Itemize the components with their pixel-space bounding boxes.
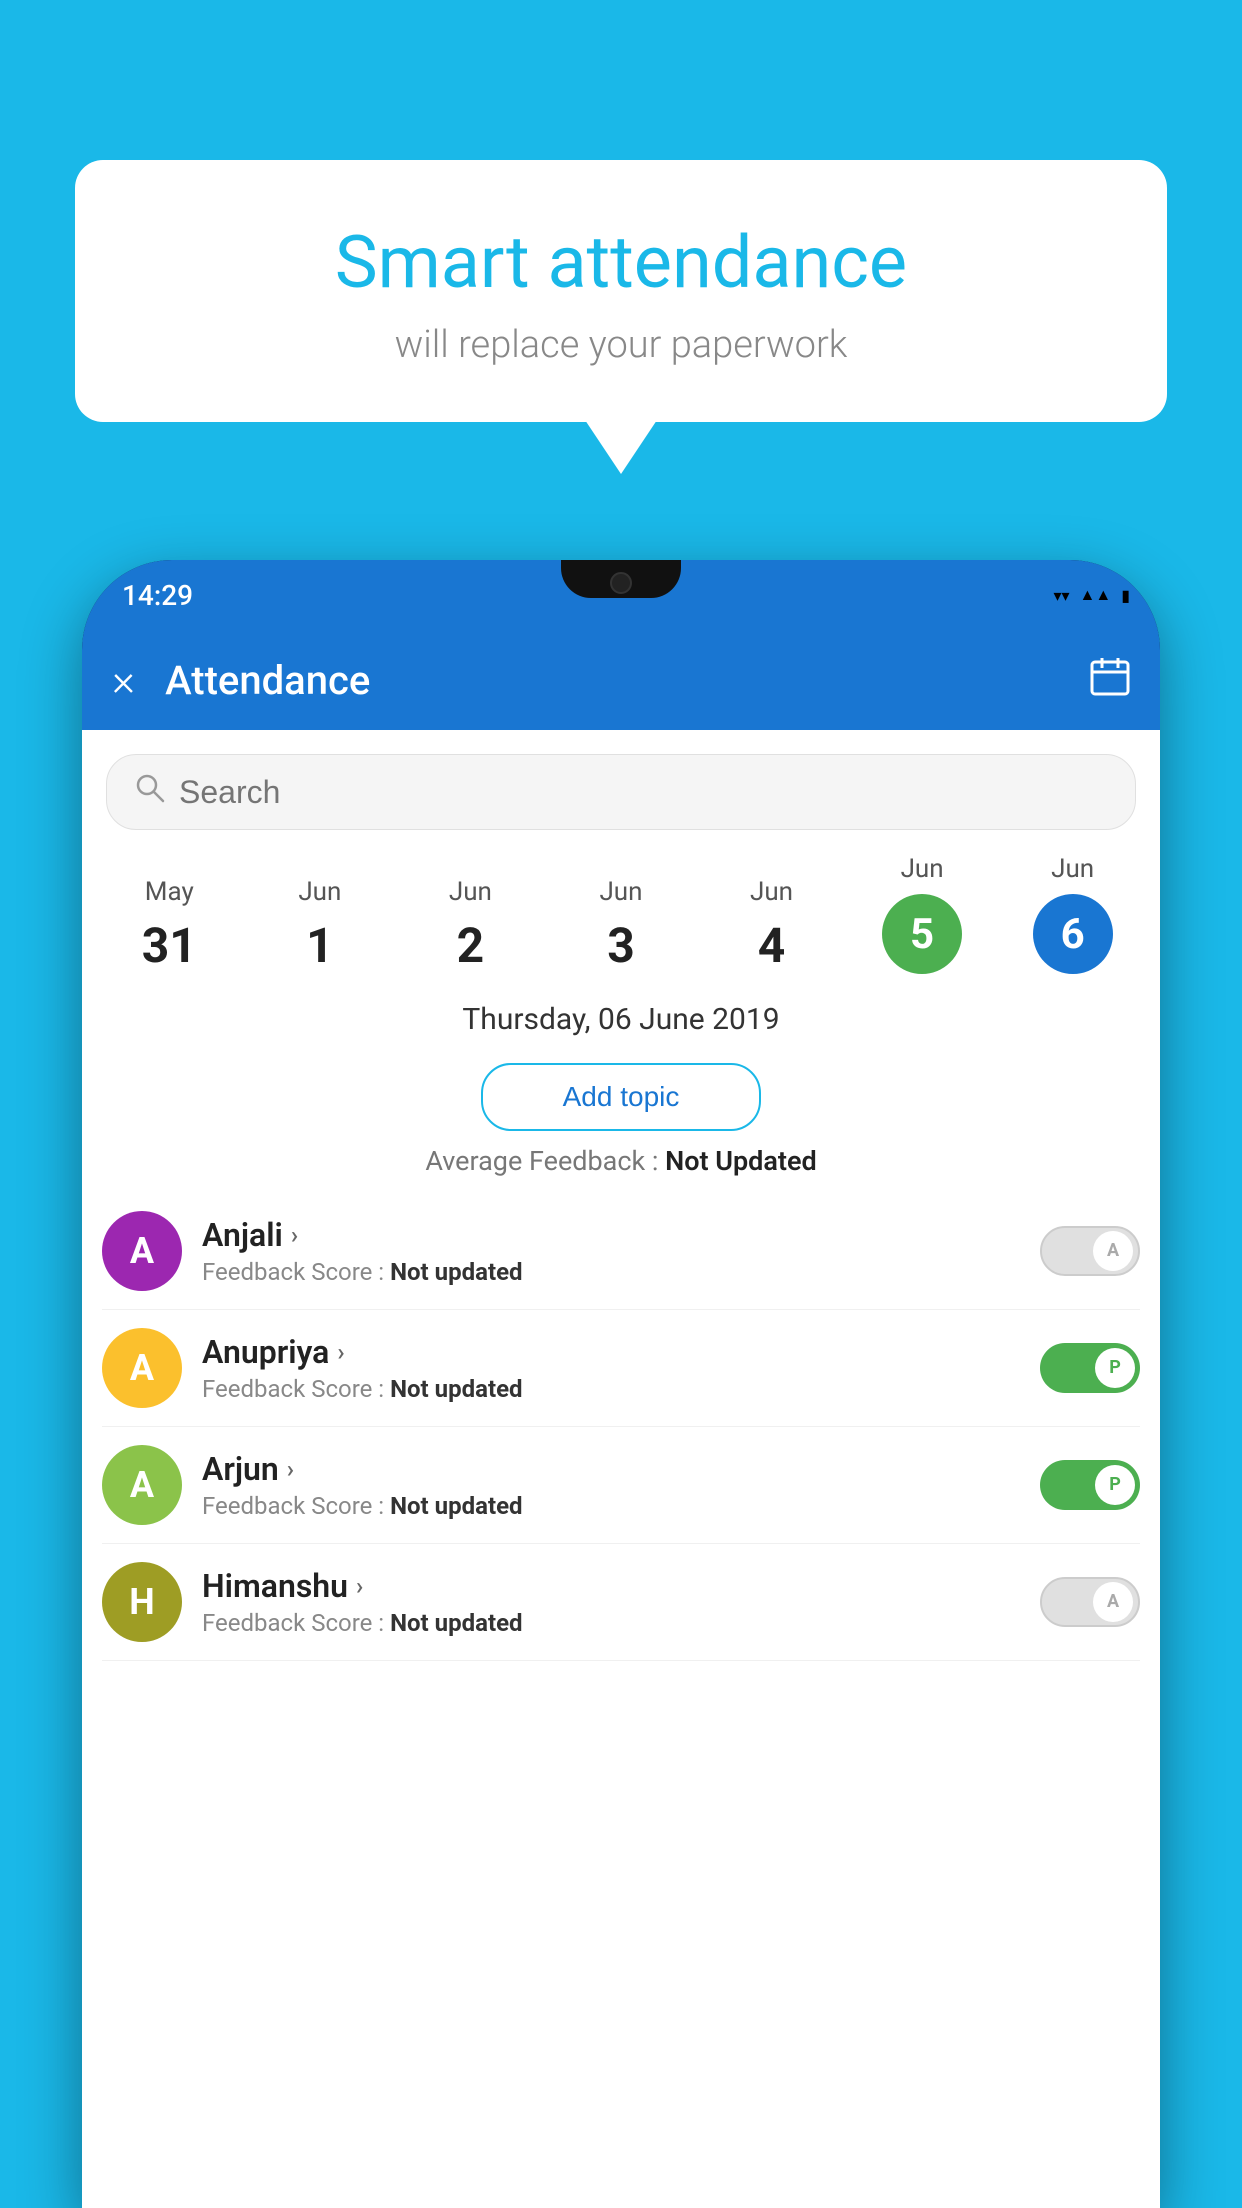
date-number[interactable]: 31 [142,917,197,974]
date-month-label: Jun [901,854,944,884]
student-name[interactable]: Himanshu › [202,1567,1040,1605]
date-number[interactable]: 1 [306,917,334,974]
header-title: Attendance [165,657,1090,704]
student-info: Himanshu › Feedback Score : Not updated [202,1567,1040,1637]
attendance-toggle[interactable] [1040,1226,1140,1276]
date-column[interactable]: Jun 2 [420,877,520,974]
speech-bubble: Smart attendance will replace your paper… [75,160,1167,422]
phone-camera [610,572,632,594]
feedback-value: Not updated [390,1609,522,1637]
calendar-icon[interactable] [1090,656,1130,705]
student-avatar: H [102,1562,182,1642]
bubble-subtitle: will replace your paperwork [125,323,1117,367]
chevron-icon: › [356,1572,363,1600]
date-info: Thursday, 06 June 2019 [82,974,1160,1049]
student-info: Anupriya › Feedback Score : Not updated [202,1333,1040,1403]
signal-icon: ▲▲ [1080,585,1112,605]
close-button[interactable]: × [112,658,135,702]
student-info: Arjun › Feedback Score : Not updated [202,1450,1040,1520]
status-icons: ▾▾ ▲▲ ▮ [1053,585,1130,605]
student-feedback: Feedback Score : Not updated [202,1492,1040,1520]
search-icon [135,773,165,811]
chevron-icon: › [291,1221,298,1249]
chevron-icon: › [337,1338,344,1366]
student-list-item[interactable]: A Anupriya › Feedback Score : Not updated [102,1310,1140,1427]
app-header: × Attendance [82,630,1160,730]
date-month-label: Jun [449,877,492,907]
search-bar[interactable] [106,754,1136,830]
app-content: May 31 Jun 1 Jun 2 Jun 3 Jun 4 Jun 5 Jun 6 Thursday, … [82,730,1160,2208]
student-feedback: Feedback Score : Not updated [202,1375,1040,1403]
date-month-label: Jun [750,877,793,907]
date-month-label: May [145,877,194,907]
student-name[interactable]: Anjali › [202,1216,1040,1254]
wifi-icon: ▾▾ [1053,586,1069,605]
date-month-label: Jun [599,877,642,907]
date-month-label: Jun [298,877,341,907]
chevron-icon: › [287,1455,294,1483]
avg-feedback-value: Not Updated [665,1145,817,1177]
selected-date: Thursday, 06 June 2019 [82,1002,1160,1037]
student-list-item[interactable]: H Himanshu › Feedback Score : Not updated [102,1544,1140,1661]
search-input[interactable] [179,774,1107,811]
student-avatar: A [102,1328,182,1408]
feedback-value: Not updated [390,1492,522,1520]
student-feedback: Feedback Score : Not updated [202,1258,1040,1286]
status-time: 14:29 [112,579,193,612]
attendance-toggle[interactable] [1040,1343,1140,1393]
student-feedback: Feedback Score : Not updated [202,1609,1040,1637]
battery-icon: ▮ [1121,586,1130,605]
feedback-value: Not updated [390,1375,522,1403]
avg-feedback-label: Average Feedback : [425,1145,658,1177]
date-number[interactable]: 3 [607,917,635,974]
date-selected-green[interactable]: 5 [882,894,962,974]
toggle-absent[interactable] [1040,1577,1140,1627]
attendance-toggle[interactable] [1040,1577,1140,1627]
student-avatar: A [102,1445,182,1525]
date-column[interactable]: Jun 5 [872,854,972,974]
phone-frame: 14:29 ▾▾ ▲▲ ▮ × Attendance [82,560,1160,2208]
date-column[interactable]: Jun 3 [571,877,671,974]
student-avatar: A [102,1211,182,1291]
toggle-absent[interactable] [1040,1226,1140,1276]
date-column[interactable]: Jun 4 [722,877,822,974]
student-name[interactable]: Anupriya › [202,1333,1040,1371]
date-number[interactable]: 2 [457,917,485,974]
bubble-title: Smart attendance [125,220,1117,305]
student-list-item[interactable]: A Anjali › Feedback Score : Not updated [102,1193,1140,1310]
date-month-label: Jun [1051,854,1094,884]
date-column[interactable]: Jun 1 [270,877,370,974]
phone-notch [561,560,681,598]
avg-feedback: Average Feedback : Not Updated [82,1145,1160,1193]
feedback-value: Not updated [390,1258,522,1286]
student-list-item[interactable]: A Arjun › Feedback Score : Not updated [102,1427,1140,1544]
add-topic-button[interactable]: Add topic [481,1063,761,1131]
student-info: Anjali › Feedback Score : Not updated [202,1216,1040,1286]
date-strip: May 31 Jun 1 Jun 2 Jun 3 Jun 4 Jun 5 Jun 6 [82,830,1160,974]
toggle-present[interactable] [1040,1343,1140,1393]
student-list: A Anjali › Feedback Score : Not updated A An… [82,1193,1160,1661]
date-column[interactable]: Jun 6 [1023,854,1123,974]
date-selected-blue[interactable]: 6 [1033,894,1113,974]
date-column[interactable]: May 31 [119,877,219,974]
student-name[interactable]: Arjun › [202,1450,1040,1488]
date-number[interactable]: 4 [758,917,786,974]
attendance-toggle[interactable] [1040,1460,1140,1510]
toggle-present[interactable] [1040,1460,1140,1510]
